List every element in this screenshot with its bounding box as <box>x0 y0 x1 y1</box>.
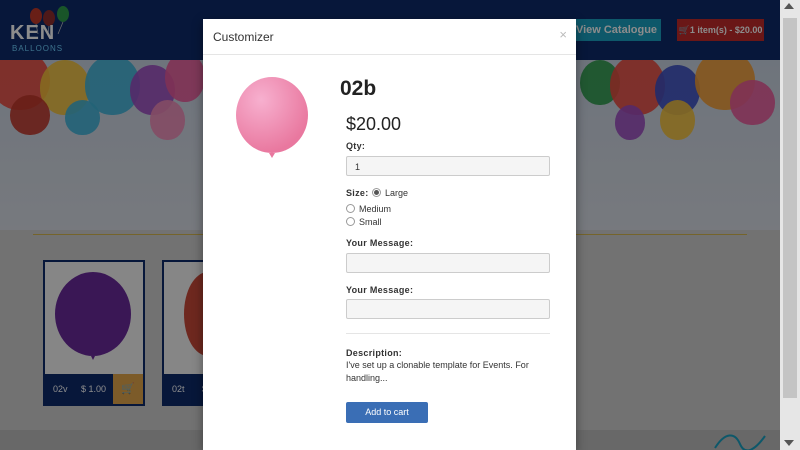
modal-header: Customizer × <box>203 19 576 55</box>
scroll-down-icon[interactable] <box>784 440 794 446</box>
pink-balloon-image <box>236 77 308 158</box>
size-option-large[interactable]: Large <box>372 188 408 198</box>
message-label-1: Your Message: <box>346 238 414 248</box>
message-input-2[interactable] <box>346 299 550 319</box>
modal-title: Customizer <box>213 30 274 44</box>
qty-input[interactable]: 1 <box>346 156 550 176</box>
scrollbar-thumb[interactable] <box>783 18 797 398</box>
scroll-up-icon[interactable] <box>784 3 794 9</box>
size-option-label: Small <box>359 217 382 227</box>
page: KEN BALLOONS View Catalogue 🛒1 item(s) -… <box>0 0 800 450</box>
size-option-small[interactable]: Small <box>346 217 382 227</box>
radio-icon <box>346 217 355 226</box>
product-name: 02b <box>340 77 377 100</box>
message-label-2: Your Message: <box>346 285 414 295</box>
description-text: I've set up a clonable template for Even… <box>346 360 529 383</box>
add-to-cart-button[interactable]: Add to cart <box>346 402 428 423</box>
qty-label: Qty: <box>346 141 366 151</box>
customizer-modal: Customizer × 02b $20.00 Qty: 1 Size: Lar… <box>203 19 576 450</box>
radio-icon <box>346 204 355 213</box>
size-option-medium[interactable]: Medium <box>346 204 391 214</box>
product-price: $20.00 <box>346 114 402 134</box>
close-icon[interactable]: × <box>559 27 567 42</box>
size-label: Size: <box>346 188 369 198</box>
separator <box>346 333 550 334</box>
size-option-label: Medium <box>359 204 392 214</box>
message-input-1[interactable] <box>346 253 550 273</box>
size-option-label: Large <box>385 188 409 198</box>
radio-selected-icon <box>372 188 381 197</box>
description-label: Description: <box>346 348 403 358</box>
